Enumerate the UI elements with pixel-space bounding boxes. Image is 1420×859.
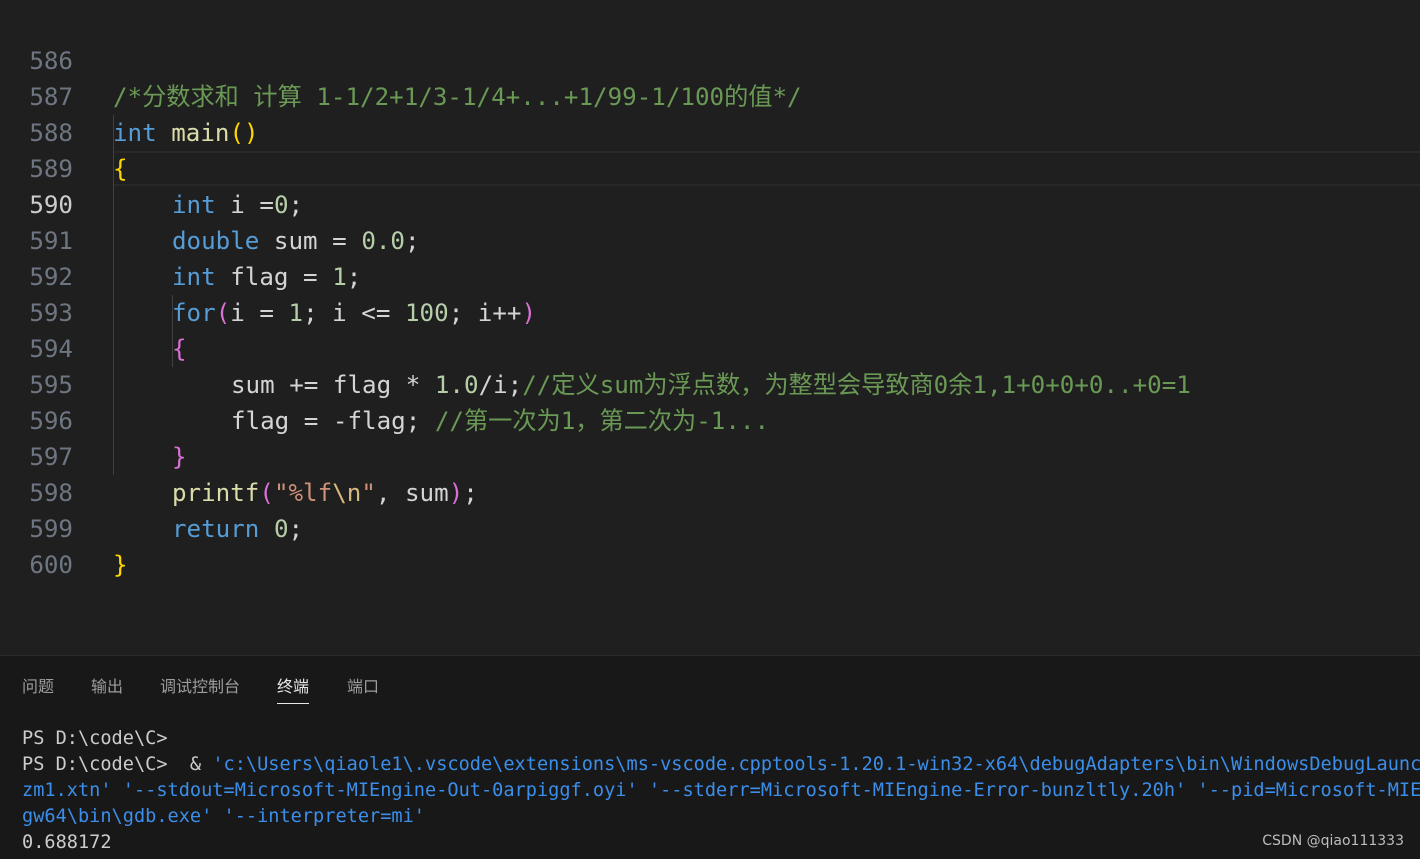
code-line[interactable]: 593 { (0, 259, 1420, 363)
tab-problems[interactable]: 问题 (22, 673, 54, 703)
tab-debug-console[interactable]: 调试控制台 (160, 673, 240, 703)
code-line[interactable]: 589 int i =0; (0, 115, 1420, 219)
terminal-result: 0.688172 (22, 832, 112, 853)
terminal-line: PS D:\code\C> & 'c:\Users\qiaole1\.vscod… (22, 752, 1420, 778)
terminal-prompt: PS D:\code\C> & (22, 754, 213, 775)
code-line[interactable]: 597 printf("%lf\n", sum); (0, 403, 1420, 507)
code-line[interactable]: 599 } (0, 475, 1420, 579)
code-line[interactable]: 592 for(i = 1; i <= 100; i++) (0, 223, 1420, 327)
terminal-line: gw64\bin\gdb.exe' '--interpreter=mi' (22, 806, 425, 827)
code-line[interactable]: 598 return 0; (0, 439, 1420, 543)
terminal-line: PS D:\code\C> (22, 728, 168, 749)
code-line[interactable]: 600 (0, 511, 1420, 579)
code-editor[interactable]: 586 /*分数求和 计算 1-1/2+1/3-1/4+...+1/99-1/1… (0, 0, 1420, 655)
terminal-command-path: 'c:\Users\qiaole1\.vscode\extensions\ms-… (212, 754, 1420, 775)
tab-ports[interactable]: 端口 (347, 673, 379, 703)
tab-terminal[interactable]: 终端 (277, 673, 310, 704)
terminal-line: zm1.xtn' '--stdout=Microsoft-MIEngine-Ou… (22, 780, 1420, 801)
code-line[interactable]: 595 flag = -flag; //第一次为1，第二次为-1... (0, 331, 1420, 435)
code-line[interactable]: 596 } (0, 367, 1420, 471)
terminal-output[interactable]: PS D:\code\C> PS D:\code\C> & 'c:\Users\q… (22, 726, 1420, 856)
panel-tabs: 问题 输出 调试控制台 终端 端口 (0, 656, 1420, 704)
code-line-active[interactable]: 590 double sum = 0.0; (0, 151, 1420, 255)
code-line[interactable]: 587 int main() (0, 43, 1420, 147)
code-line[interactable]: 586 /*分数求和 计算 1-1/2+1/3-1/4+...+1/99-1/1… (0, 7, 1420, 111)
tab-output[interactable]: 输出 (91, 673, 123, 703)
code-line[interactable]: 588 { (0, 79, 1420, 183)
bottom-panel: 问题 输出 调试控制台 终端 端口 PS D:\code\C> PS D:\cod… (0, 655, 1420, 859)
bracket: } (113, 551, 128, 579)
code-line[interactable]: 594 sum += flag * 1.0/i;//定义sum为浮点数，为整型会… (0, 295, 1420, 399)
watermark: CSDN @qiao111333 (1262, 833, 1404, 849)
code-line[interactable]: 591 int flag = 1; (0, 187, 1420, 291)
line-number: 600 (29, 551, 73, 579)
